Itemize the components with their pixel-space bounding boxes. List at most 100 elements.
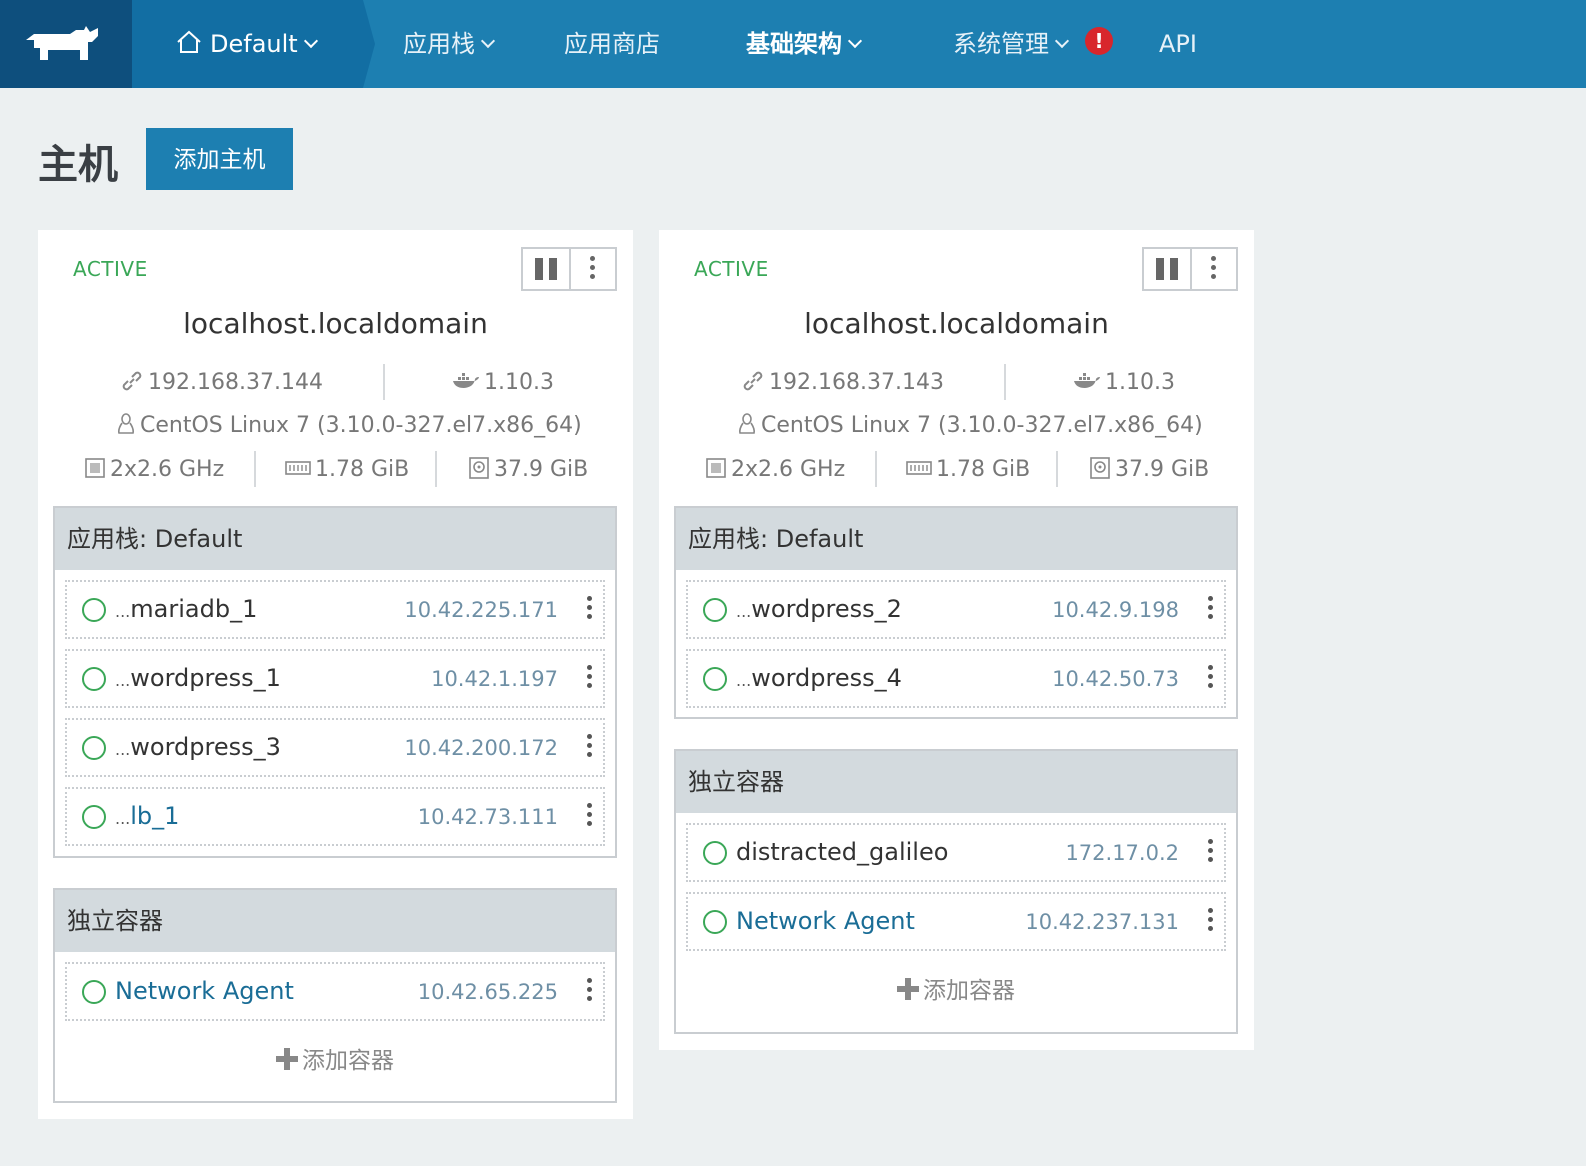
chevron-down-icon bbox=[1054, 33, 1070, 49]
docker-icon bbox=[1074, 373, 1100, 388]
more-vertical-icon[interactable] bbox=[587, 665, 593, 692]
container-name[interactable]: Network Agent bbox=[736, 907, 915, 935]
nav-stacks[interactable]: 应用栈 bbox=[403, 0, 496, 88]
host-state: ACTIVE bbox=[694, 257, 769, 281]
host-actions bbox=[521, 247, 617, 291]
pause-icon bbox=[535, 258, 557, 280]
environment-switcher[interactable]: Default bbox=[132, 0, 363, 88]
env-arrow bbox=[363, 0, 375, 88]
container-row[interactable]: ...wordpress_2 10.42.9.198 bbox=[686, 580, 1226, 639]
host-name[interactable]: localhost.localdomain bbox=[659, 307, 1254, 340]
nav-api[interactable]: API bbox=[1159, 0, 1197, 88]
status-circle-icon bbox=[82, 736, 106, 760]
container-ip: 10.42.73.111 bbox=[417, 805, 558, 829]
host-os: CentOS Linux 7 (3.10.0-327.el7.x86_64) bbox=[761, 413, 1203, 438]
host-menu-button[interactable] bbox=[569, 249, 615, 289]
container-ip: 10.42.50.73 bbox=[1052, 667, 1179, 691]
status-circle-icon bbox=[82, 805, 106, 829]
container-row[interactable]: ...wordpress_4 10.42.50.73 bbox=[686, 649, 1226, 708]
add-host-button[interactable]: 添加主机 bbox=[146, 128, 293, 190]
container-row[interactable]: ...wordpress_3 10.42.200.172 bbox=[65, 718, 605, 777]
nav-admin[interactable]: 系统管理 bbox=[953, 0, 1070, 88]
add-container-button[interactable]: 添加容器 bbox=[55, 1021, 615, 1101]
more-vertical-icon[interactable] bbox=[587, 978, 593, 1005]
nav-api-label: API bbox=[1159, 30, 1197, 58]
container-name[interactable]: Network Agent bbox=[115, 977, 294, 1005]
nav-stacks-label: 应用栈 bbox=[403, 30, 475, 58]
host-actions bbox=[1142, 247, 1238, 291]
stack-section-title: 应用栈: Default bbox=[676, 508, 1236, 570]
more-vertical-icon[interactable] bbox=[587, 734, 593, 761]
container-name: wordpress_1 bbox=[130, 664, 281, 692]
standalone-section-title: 独立容器 bbox=[55, 890, 615, 952]
ellipsis: ... bbox=[115, 671, 131, 690]
linux-icon bbox=[118, 413, 134, 434]
link-icon bbox=[743, 371, 763, 391]
docker-version: 1.10.3 bbox=[1105, 370, 1175, 395]
container-name: wordpress_4 bbox=[751, 664, 902, 692]
container-name: distracted_galileo bbox=[736, 838, 949, 866]
standalone-section-title: 独立容器 bbox=[676, 751, 1236, 813]
divider bbox=[1004, 364, 1006, 400]
plus-icon bbox=[897, 977, 919, 1000]
storage-icon bbox=[469, 457, 489, 479]
ellipsis: ... bbox=[736, 602, 752, 621]
host-os: CentOS Linux 7 (3.10.0-327.el7.x86_64) bbox=[140, 413, 582, 438]
home-icon bbox=[177, 30, 201, 53]
nav-catalog[interactable]: 应用商店 bbox=[564, 0, 660, 88]
chevron-down-icon bbox=[480, 33, 496, 49]
host-card: ACTIVE localhost.localdomain 192.168.37.… bbox=[38, 230, 633, 1119]
divider bbox=[875, 451, 877, 487]
status-circle-icon bbox=[703, 841, 727, 865]
container-row[interactable]: Network Agent 10.42.237.131 bbox=[686, 892, 1226, 951]
docker-version: 1.10.3 bbox=[484, 370, 554, 395]
more-vertical-icon[interactable] bbox=[587, 803, 593, 830]
divider bbox=[383, 364, 385, 400]
alert-badge[interactable]: ! bbox=[1085, 27, 1113, 55]
divider bbox=[1056, 451, 1058, 487]
divider bbox=[254, 451, 256, 487]
container-row[interactable]: Network Agent 10.42.65.225 bbox=[65, 962, 605, 1021]
pause-icon bbox=[1156, 258, 1178, 280]
memory-icon bbox=[285, 461, 311, 475]
deactivate-button[interactable] bbox=[523, 249, 569, 289]
more-vertical-icon[interactable] bbox=[587, 596, 593, 623]
add-container-button[interactable]: 添加容器 bbox=[676, 951, 1236, 1031]
host-menu-button[interactable] bbox=[1190, 249, 1236, 289]
more-vertical-icon[interactable] bbox=[1208, 839, 1214, 866]
host-name[interactable]: localhost.localdomain bbox=[38, 307, 633, 340]
container-ip: 10.42.1.197 bbox=[431, 667, 558, 691]
status-circle-icon bbox=[82, 598, 106, 622]
ellipsis: ... bbox=[115, 602, 131, 621]
container-ip: 10.42.65.225 bbox=[417, 980, 558, 1004]
nav-admin-label: 系统管理 bbox=[953, 30, 1049, 58]
more-vertical-icon bbox=[590, 256, 596, 282]
standalone-section: 独立容器 distracted_galileo 172.17.0.2 Netwo… bbox=[674, 749, 1238, 1034]
host-cpu: 2x2.6 GHz bbox=[731, 457, 846, 482]
status-circle-icon bbox=[703, 598, 727, 622]
container-ip: 10.42.225.171 bbox=[404, 598, 558, 622]
ellipsis: ... bbox=[736, 671, 752, 690]
nav-infrastructure[interactable]: 基础架构 bbox=[746, 0, 863, 88]
divider bbox=[435, 451, 437, 487]
container-ip: 10.42.237.131 bbox=[1025, 910, 1179, 934]
host-memory: 1.78 GiB bbox=[315, 457, 410, 482]
rancher-logo[interactable] bbox=[0, 0, 132, 88]
container-name: mariadb_1 bbox=[130, 595, 258, 623]
linux-icon bbox=[739, 413, 755, 434]
container-ip: 10.42.9.198 bbox=[1052, 598, 1179, 622]
more-vertical-icon[interactable] bbox=[1208, 596, 1214, 623]
more-vertical-icon[interactable] bbox=[1208, 908, 1214, 935]
container-row[interactable]: ...wordpress_1 10.42.1.197 bbox=[65, 649, 605, 708]
host-storage: 37.9 GiB bbox=[1115, 457, 1210, 482]
rancher-cow-icon bbox=[26, 26, 98, 60]
container-name[interactable]: lb_1 bbox=[130, 802, 179, 830]
deactivate-button[interactable] bbox=[1144, 249, 1190, 289]
chevron-down-icon bbox=[847, 33, 863, 49]
container-row[interactable]: ...lb_1 10.42.73.111 bbox=[65, 787, 605, 846]
container-row[interactable]: ...mariadb_1 10.42.225.171 bbox=[65, 580, 605, 639]
host-ip: 192.168.37.144 bbox=[148, 370, 323, 395]
more-vertical-icon[interactable] bbox=[1208, 665, 1214, 692]
docker-icon bbox=[453, 373, 479, 388]
container-row[interactable]: distracted_galileo 172.17.0.2 bbox=[686, 823, 1226, 882]
